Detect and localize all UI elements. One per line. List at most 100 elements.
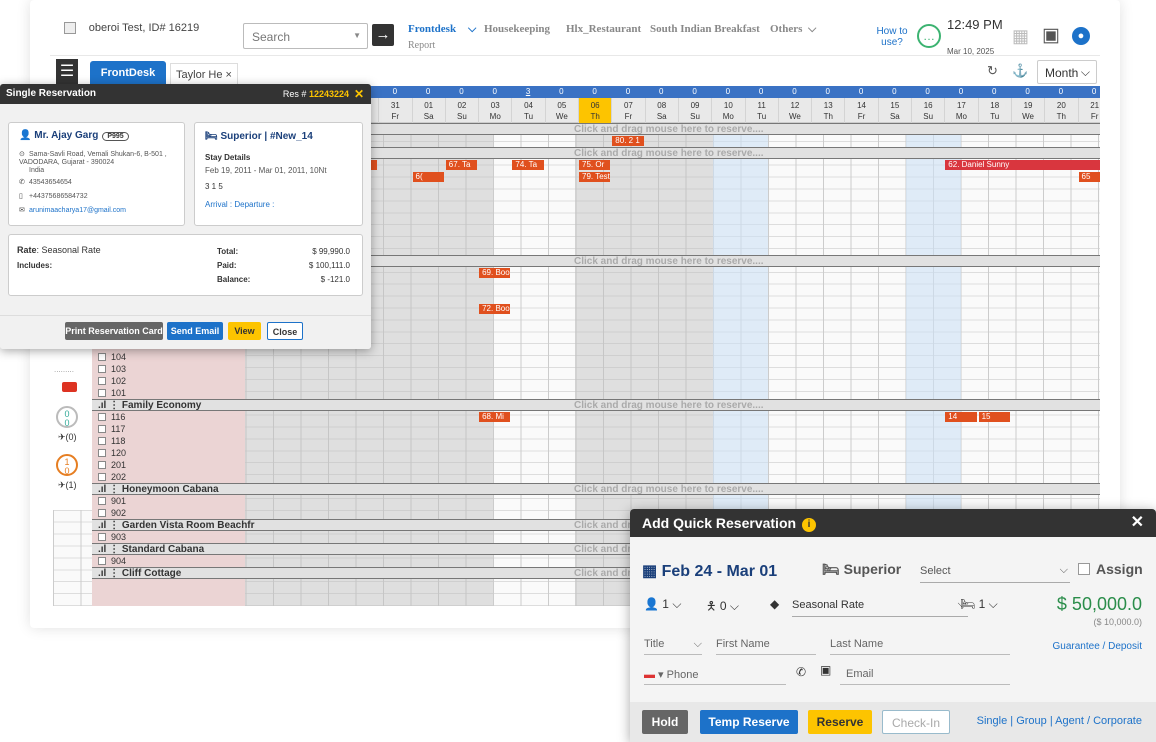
nav-breakfast[interactable]: South Indian Breakfast bbox=[650, 23, 760, 35]
close-icon[interactable]: ✕ bbox=[354, 84, 364, 104]
date-cell: 05 We bbox=[544, 98, 578, 123]
info-icon[interactable]: i bbox=[802, 518, 817, 532]
nav-housekeeping[interactable]: Housekeeping bbox=[484, 23, 550, 35]
search-input[interactable]: Search ▼ bbox=[243, 23, 368, 49]
booking-bar[interactable]: 74. Ta bbox=[512, 160, 544, 170]
guarantee-link[interactable]: Guarantee / Deposit bbox=[1053, 641, 1143, 652]
link-single[interactable]: Single bbox=[977, 715, 1008, 727]
print-card-button[interactable]: Print Reservation Card bbox=[65, 322, 163, 340]
booking-bar[interactable]: 72. Bookir bbox=[479, 304, 511, 314]
date-cell: 21 Fr bbox=[1077, 98, 1101, 123]
booking-bar[interactable]: 69. Bookir bbox=[479, 268, 511, 278]
room-row[interactable]: 101 bbox=[92, 387, 126, 399]
view-button[interactable]: View bbox=[228, 322, 261, 340]
nav-others[interactable]: Others bbox=[770, 23, 802, 35]
link-group[interactable]: Group bbox=[1016, 715, 1047, 727]
quick-dates[interactable]: ▦ Feb 24 - Mar 01 bbox=[642, 561, 777, 581]
guest-name[interactable]: 👤 Mr. Ajay Garg P995 bbox=[19, 130, 129, 141]
tab-frontdesk[interactable]: FrontDesk bbox=[90, 61, 166, 86]
send-email-button[interactable]: Send Email bbox=[167, 322, 223, 340]
link-agent[interactable]: Agent / Corporate bbox=[1055, 715, 1142, 727]
count-cell: 0 bbox=[559, 87, 564, 96]
booking-bar[interactable]: 15 bbox=[978, 412, 1010, 422]
grid-icon[interactable]: ▦ bbox=[1012, 26, 1029, 47]
adults-select[interactable]: 👤 1 ⌵ bbox=[644, 597, 681, 612]
room-row[interactable]: 902 bbox=[92, 507, 126, 519]
phone-input[interactable]: ▬ ▾ Phone bbox=[644, 665, 786, 685]
room-row[interactable]: 117 bbox=[92, 423, 125, 435]
count-cell: 0 bbox=[825, 87, 830, 96]
adult-icon: 👤 bbox=[644, 597, 659, 611]
check-in-button[interactable]: Check-In bbox=[882, 710, 950, 734]
anchor-icon[interactable]: ⚓ bbox=[1012, 63, 1028, 79]
refresh-icon[interactable]: ↻ bbox=[987, 63, 998, 79]
ring-counter-1[interactable]: 00 bbox=[56, 406, 78, 428]
user-icon[interactable]: ● bbox=[1072, 27, 1090, 45]
booking-bar[interactable]: 62. Daniel Sunny bbox=[945, 160, 1100, 170]
view-select[interactable]: Month ⌵ bbox=[1037, 60, 1097, 84]
building-icon[interactable]: ▣ bbox=[1042, 24, 1060, 47]
nav-restaurant[interactable]: Hlx_Restaurant bbox=[566, 23, 641, 35]
search-go-button[interactable]: → bbox=[372, 24, 394, 46]
close-button[interactable]: Close bbox=[267, 322, 303, 340]
booking-bar[interactable]: 65 bbox=[1078, 172, 1100, 182]
room-category-row[interactable]: .ıl ⋮ Family Economy Click and drag mouse… bbox=[92, 399, 1100, 411]
child-icon: 🯅 bbox=[706, 599, 717, 613]
date-cell: 08 Sa bbox=[644, 98, 678, 123]
booking-bar[interactable]: 6( bbox=[412, 172, 444, 182]
children-select[interactable]: 🯅 0 ⌵ bbox=[706, 597, 739, 618]
email-input[interactable]: Email bbox=[840, 665, 1010, 685]
booking-bar[interactable]: 14 bbox=[945, 412, 977, 422]
room-row[interactable]: 901 bbox=[92, 495, 126, 507]
calendar-icon: ▦ bbox=[642, 563, 662, 580]
booking-bar[interactable]: 80. 2 1 bbox=[612, 136, 644, 146]
room-row[interactable]: 120 bbox=[92, 447, 126, 459]
room-select[interactable]: Select ⌵ bbox=[920, 561, 1070, 583]
stay-dates: Feb 19, 2011 - Mar 01, 2011, 10Nt bbox=[205, 166, 327, 175]
count-cell: 0 bbox=[992, 87, 997, 96]
room-row[interactable]: 116 bbox=[92, 411, 125, 423]
date-cell: 02 Su bbox=[444, 98, 478, 123]
category-label: .ıl ⋮ Garden Vista Room Beachfr bbox=[98, 520, 255, 531]
title-select[interactable]: Title ⌵ bbox=[644, 635, 702, 655]
assign-checkbox[interactable]: Assign bbox=[1078, 561, 1143, 577]
guest-email[interactable]: ✉ arunimaacharya17@gmail.com bbox=[19, 207, 126, 215]
room-row[interactable]: 903 bbox=[92, 531, 126, 543]
room-row[interactable]: 104 bbox=[92, 351, 126, 363]
hamburger-icon[interactable]: ☰ bbox=[56, 59, 78, 85]
room-row[interactable]: 103 bbox=[92, 363, 126, 375]
booking-bar[interactable]: 68. Mi bbox=[479, 412, 511, 422]
last-name-input[interactable]: Last Name bbox=[830, 635, 1010, 655]
room-category-row[interactable]: .ıl ⋮ Honeymoon Cabana Click and drag mou… bbox=[92, 483, 1100, 495]
room-row[interactable]: 118 bbox=[92, 435, 125, 447]
first-name-input[interactable]: First Name bbox=[716, 635, 816, 655]
hold-button[interactable]: Hold bbox=[642, 710, 688, 734]
ring-counter-2[interactable]: 10 bbox=[56, 454, 78, 476]
room-row[interactable]: 904 bbox=[92, 555, 126, 567]
location-icon: ⊙ bbox=[19, 151, 25, 158]
rooms-select[interactable]: 🛏 1 ⌵ bbox=[960, 597, 998, 612]
chat-icon[interactable]: … bbox=[917, 24, 941, 48]
room-row[interactable]: 201 bbox=[92, 459, 126, 471]
rate-select[interactable]: Seasonal Rate ⌵ bbox=[792, 595, 968, 617]
nav-report[interactable]: Report bbox=[408, 40, 435, 51]
tab-taylor[interactable]: Taylor He × bbox=[170, 63, 238, 86]
room-row[interactable]: 202 bbox=[92, 471, 126, 483]
booking-bar[interactable]: 67. Ta bbox=[445, 160, 478, 170]
close-icon[interactable]: ✕ bbox=[1131, 509, 1144, 537]
temp-reserve-button[interactable]: Temp Reserve bbox=[700, 710, 798, 734]
count-cell: 0 bbox=[392, 87, 398, 96]
booking-bar[interactable]: 75. Or bbox=[579, 160, 611, 170]
nav-frontdesk[interactable]: Frontdesk bbox=[408, 23, 456, 35]
chevron-down-icon: ▼ bbox=[353, 31, 361, 40]
youtube-icon[interactable] bbox=[62, 382, 77, 392]
booking-bar[interactable]: 79. Test 1 bbox=[579, 172, 611, 182]
close-icon[interactable]: × bbox=[226, 69, 232, 81]
reserve-button[interactable]: Reserve bbox=[808, 710, 872, 734]
room-row[interactable]: 102 bbox=[92, 375, 126, 387]
category-label: .ıl ⋮ Honeymoon Cabana bbox=[98, 484, 219, 495]
quick-price: $ 50,000.0 bbox=[1056, 594, 1142, 614]
count-cell: 0 bbox=[625, 87, 631, 96]
res-number: Res # 12243224 bbox=[282, 89, 349, 99]
how-to-link[interactable]: How to use? bbox=[872, 26, 912, 48]
